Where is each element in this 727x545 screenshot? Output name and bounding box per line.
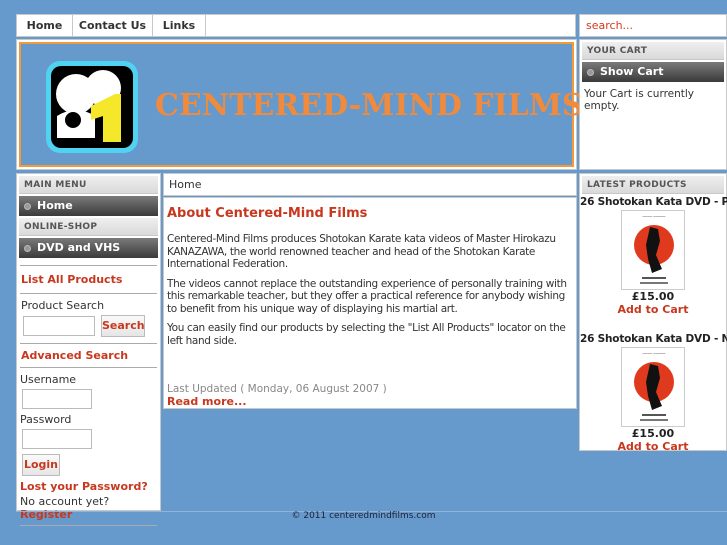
username-input[interactable] <box>22 389 92 409</box>
dvd-cover-icon: ──── ───── <box>622 211 684 289</box>
divider <box>20 293 157 294</box>
breadcrumb: Home <box>163 173 577 196</box>
left-sidebar: MAIN MENU Home ONLINE-SHOP DVD and VHS L… <box>16 173 161 526</box>
shop-links: List All Products <box>17 271 160 288</box>
login-button[interactable]: Login <box>22 454 60 476</box>
lost-password-link[interactable]: Lost your Password? <box>20 480 157 493</box>
page-title: About Centered-Mind Films <box>167 206 368 221</box>
bullet-icon <box>24 244 31 252</box>
product-search-label: Product Search <box>21 299 105 312</box>
divider <box>20 343 157 344</box>
main-menu-title: MAIN MENU <box>19 176 158 194</box>
product-search-row: Search <box>21 315 156 337</box>
login-form: Username Password Login Lost your Passwo… <box>17 373 160 521</box>
show-cart-button[interactable]: Show Cart <box>582 62 724 82</box>
product-search-form: Product Search Search <box>17 299 160 337</box>
main-content: About Centered-Mind Films Centered-Mind … <box>163 197 577 409</box>
banner-inner: CENTERED-MIND FILMS <box>19 42 584 167</box>
product-price: £15.00 <box>631 427 675 440</box>
latest-products-title: LATEST PRODUCTS <box>582 176 724 194</box>
nav-links[interactable]: Links <box>153 15 206 36</box>
divider <box>20 265 157 266</box>
top-nav: Home Contact Us Links <box>16 14 576 37</box>
password-label: Password <box>20 413 72 426</box>
cart-empty-text: Your Cart is currently empty. <box>584 88 695 112</box>
header-banner: CENTERED-MIND FILMS <box>16 39 584 170</box>
content-paragraph: Centered-Mind Films produces Shotokan Ka… <box>167 233 556 270</box>
read-more-link[interactable]: Read more... <box>167 395 572 408</box>
menu-dvd-label: DVD and VHS <box>37 241 121 254</box>
svg-text:──── ─────: ──── ───── <box>642 214 667 219</box>
product-image[interactable]: ──── ───── <box>621 347 685 427</box>
site-title: CENTERED-MIND FILMS <box>155 88 584 123</box>
product-search-input[interactable] <box>23 316 95 336</box>
footer-copyright: © 2011 centeredmindfilms.com <box>291 511 436 521</box>
bullet-icon <box>587 68 594 76</box>
product-item: 26 Shotokan Kata DVD - NTSC ──── ───── £… <box>580 333 727 453</box>
logo-icon <box>46 61 138 153</box>
bullet-icon <box>24 202 31 210</box>
password-input[interactable] <box>22 429 92 449</box>
menu-home-label: Home <box>37 199 73 212</box>
list-all-products-link[interactable]: List All Products <box>21 273 156 286</box>
menu-home-button[interactable]: Home <box>19 196 158 216</box>
breadcrumb-home[interactable]: Home <box>169 178 201 191</box>
product-name[interactable]: 26 Shotokan Kata DVD - NTSC <box>580 333 727 345</box>
cart-title: YOUR CART <box>582 42 724 60</box>
add-to-cart-button[interactable]: Add to Cart <box>580 440 726 453</box>
online-shop-title: ONLINE-SHOP <box>19 218 158 236</box>
latest-products: LATEST PRODUCTS 26 Shotokan Kata DVD - P… <box>579 173 727 453</box>
username-label: Username <box>20 373 77 386</box>
no-account-text: No account yet? <box>20 495 110 508</box>
product-item: 26 Shotokan Kata DVD - PAL ──── ───── £1… <box>580 196 727 316</box>
show-cart-label: Show Cart <box>600 65 664 78</box>
divider <box>20 367 157 368</box>
product-price: £15.00 <box>631 290 675 303</box>
content-paragraph: The videos cannot replace the outstandin… <box>167 277 567 315</box>
cart-module: YOUR CART Show Cart Your Cart is current… <box>579 39 727 170</box>
product-name[interactable]: 26 Shotokan Kata DVD - PAL <box>580 196 727 208</box>
search-button[interactable]: Search <box>101 315 145 337</box>
product-image[interactable]: ──── ───── <box>621 210 685 290</box>
nav-home[interactable]: Home <box>17 15 73 36</box>
advanced-search-link[interactable]: Advanced Search <box>21 349 156 362</box>
advanced-search: Advanced Search <box>17 349 160 362</box>
site-search <box>579 14 727 37</box>
content-paragraph: You can easily find our products by sele… <box>167 322 566 347</box>
svg-text:──── ─────: ──── ───── <box>642 351 667 356</box>
nav-contact-us[interactable]: Contact Us <box>73 15 153 36</box>
dvd-cover-icon: ──── ───── <box>622 348 684 426</box>
add-to-cart-button[interactable]: Add to Cart <box>580 303 726 316</box>
menu-dvd-button[interactable]: DVD and VHS <box>19 238 158 258</box>
last-updated: Last Updated ( Monday, 06 August 2007 ) <box>167 383 387 395</box>
divider <box>20 525 157 526</box>
search-input[interactable] <box>580 15 726 36</box>
